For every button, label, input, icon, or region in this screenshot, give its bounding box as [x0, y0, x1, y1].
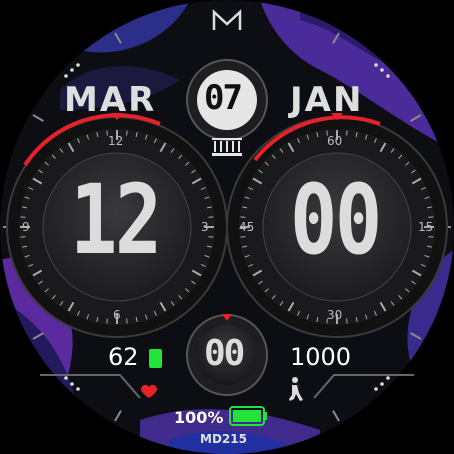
battery-percent: 100% [174, 408, 224, 427]
hours-tick-mark [126, 318, 128, 324]
hours-tick-mark [208, 216, 214, 218]
minutes-tick-mark [346, 318, 348, 324]
minutes-tick-mark [428, 216, 434, 218]
hours-display: 12 [70, 164, 162, 276]
minutes-tick-60: 60 [327, 134, 343, 148]
watch-face [0, 0, 454, 454]
hours-tick-9: 9 [22, 220, 30, 234]
month-label: MAR [64, 80, 157, 120]
hours-tick-mark [208, 236, 214, 238]
heart-zone-icon [149, 349, 162, 368]
minutes-tick-mark [240, 216, 246, 218]
hours-tick-3: 3 [201, 220, 209, 234]
minutes-display: 00 [290, 164, 382, 276]
hours-tick-mark [106, 318, 108, 324]
minutes-tick-mark [240, 236, 246, 238]
seconds-display: 00 [204, 333, 245, 374]
hours-tick-6: 6 [113, 308, 121, 322]
minutes-tick-mark [428, 236, 434, 238]
minutes-tick-45: 45 [239, 220, 255, 234]
model-label: MD215 [200, 432, 247, 446]
hours-tick-mark [126, 130, 128, 136]
minutes-tick-mark [346, 130, 348, 136]
minutes-tick-30: 30 [327, 308, 343, 322]
heart-rate-value: 62 [108, 343, 139, 371]
hours-tick-mark [20, 216, 26, 218]
hours-tick-12: 12 [108, 134, 124, 148]
steps-value: 1000 [290, 343, 352, 371]
minutes-tick-15: 15 [418, 220, 434, 234]
day-number: 07 [204, 78, 243, 118]
hours-tick-mark [20, 236, 26, 238]
day-of-week-label: JAN [290, 80, 364, 120]
